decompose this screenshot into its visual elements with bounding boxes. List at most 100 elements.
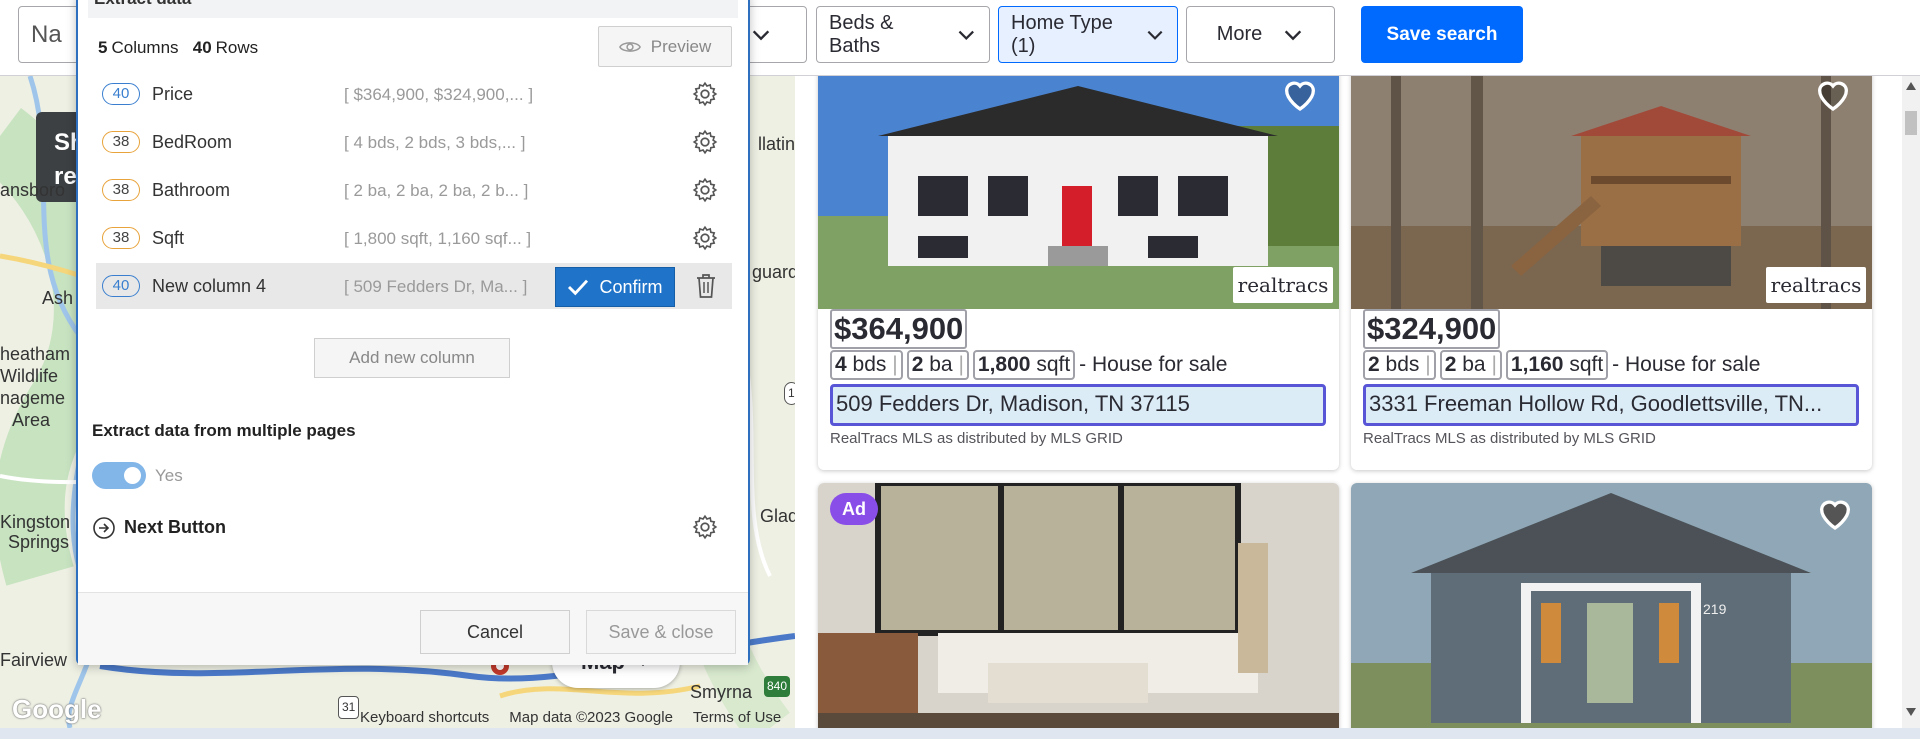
column-count-badge: 40	[102, 275, 140, 297]
column-name[interactable]: New column 4	[152, 276, 266, 297]
listing-status: - House for sale	[1079, 353, 1228, 376]
heart-filled-icon[interactable]	[1813, 493, 1857, 533]
interior-photo-image	[818, 483, 1339, 728]
map-place-label: heatham	[0, 344, 71, 364]
column-name[interactable]: Bathroom	[152, 180, 230, 201]
extract-data-panel: Extract data 5Columns 40Rows Preview 40 …	[76, 0, 750, 665]
column-row[interactable]: 38 BedRoom [ 4 bds, 2 bds, 3 bds,... ]	[96, 119, 732, 165]
heart-outline-icon[interactable]	[1811, 76, 1855, 114]
listing-card[interactable]: realtracs $324,900 2 bds | 2 ba | 1,160 …	[1351, 76, 1872, 470]
listing-card[interactable]: realtracs $364,900 4 bds | 2 ba | 1,800 …	[818, 76, 1339, 470]
preview-button[interactable]: Preview	[598, 26, 732, 67]
next-button-row[interactable]: Next Button	[92, 514, 732, 544]
panel-title: Extract data	[88, 0, 738, 18]
map-place-label: Fairview	[0, 650, 68, 670]
column-sample: [ 4 bds, 2 bds, 3 bds,... ]	[344, 133, 526, 152]
eye-icon	[618, 41, 641, 52]
map-place-label: nageme	[0, 388, 66, 408]
baths-unit: ba	[1462, 353, 1486, 376]
listing-price: $364,900	[830, 309, 968, 349]
heart-outline-icon[interactable]	[1278, 76, 1322, 114]
terms-of-use-link[interactable]: Terms of Use	[693, 709, 781, 726]
brand-text: realtracs	[1237, 273, 1329, 297]
preview-label: Preview	[650, 36, 712, 56]
column-name[interactable]: Sqft	[152, 228, 184, 249]
column-name[interactable]: BedRoom	[152, 132, 232, 153]
google-logo: Google	[12, 694, 102, 724]
cancel-button[interactable]: Cancel	[420, 610, 570, 654]
column-row[interactable]: 38 Bathroom [ 2 ba, 2 ba, 2 ba, 2 b... ]	[96, 167, 732, 213]
chevron-down-icon	[959, 30, 975, 40]
mls-attribution: RealTracs MLS as distributed by MLS GRID	[1363, 430, 1656, 447]
save-close-button[interactable]: Save & close	[586, 610, 736, 654]
chevron-down-icon	[1285, 29, 1302, 40]
route-shield: 1	[784, 382, 795, 405]
listings-scrollbar[interactable]	[1902, 76, 1920, 728]
home-type-dropdown[interactable]: Home Type (1)	[998, 6, 1178, 63]
beds-unit: bds	[852, 353, 887, 376]
listing-photo[interactable]: realtracs	[1351, 76, 1872, 309]
scroll-up-arrow-icon[interactable]	[1906, 82, 1916, 90]
listing-address[interactable]: 509 Fedders Dr, Madison, TN 37115	[830, 384, 1326, 426]
gear-icon[interactable]	[692, 129, 718, 155]
column-name[interactable]: Price	[152, 84, 193, 105]
scroll-down-arrow-icon[interactable]	[1906, 708, 1916, 716]
house-photo-image	[1351, 483, 1872, 728]
sqft-value: 1,160	[1510, 353, 1564, 376]
column-row[interactable]: 38 Sqft [ 1,800 sqft, 1,160 sqf... ]	[96, 215, 732, 261]
gear-icon[interactable]	[692, 81, 718, 107]
map-place-label: llatin	[758, 134, 795, 154]
listing-address[interactable]: 3331 Freeman Hollow Rd, Goodlettsville, …	[1363, 384, 1859, 426]
map-place-label: Smyrna	[690, 682, 753, 702]
add-new-column-button[interactable]: Add new column	[314, 338, 510, 378]
toggle-knob	[124, 467, 141, 484]
column-count-badge: 38	[102, 179, 140, 201]
columns-label: Columns	[111, 38, 179, 57]
baths-fact: 2 ba |	[906, 350, 969, 380]
gear-icon[interactable]	[692, 514, 718, 540]
map-credits: Keyboard shortcuts Map data ©2023 Google…	[360, 709, 781, 726]
map-place-label: Kingston	[0, 512, 71, 532]
column-count-badge: 38	[102, 131, 140, 153]
route-shield: 31	[338, 696, 360, 719]
more-filters-dropdown[interactable]: More	[1186, 6, 1335, 63]
listing-facts: 2 bds | 2 ba | 1,160 sqft - House for sa…	[1363, 350, 1760, 380]
columns-count: 5	[98, 38, 108, 57]
listing-status: - House for sale	[1612, 353, 1761, 376]
bottom-strip	[0, 728, 1920, 739]
sqft-unit: sqft	[1569, 353, 1604, 376]
keyboard-shortcuts-link[interactable]: Keyboard shortcuts	[360, 709, 489, 726]
map-place-label: Springs	[8, 532, 70, 552]
listing-card[interactable]: 219	[1351, 483, 1872, 728]
gear-icon[interactable]	[692, 177, 718, 203]
beds-value: 4	[835, 353, 847, 376]
realtracs-logo: realtracs	[1766, 267, 1866, 303]
save-search-button[interactable]: Save search	[1361, 6, 1523, 63]
multiple-pages-toggle[interactable]	[92, 462, 146, 489]
column-sample: [ 509 Fedders Dr, Ma... ]	[344, 277, 528, 296]
toggle-state-label: Yes	[155, 466, 183, 485]
chevron-down-icon	[1147, 30, 1163, 40]
column-row[interactable]: 40 Price [ $364,900, $324,900,... ]	[96, 71, 732, 117]
location-search-text: Na	[31, 20, 62, 48]
realtracs-logo: realtracs	[1233, 267, 1333, 303]
column-count-badge: 38	[102, 227, 140, 249]
panel-footer: Cancel Save & close	[78, 592, 748, 665]
column-row-selected[interactable]: 40 New column 4 [ 509 Fedders Dr, Ma... …	[96, 263, 732, 309]
trash-icon[interactable]	[694, 273, 718, 299]
home-type-label: Home Type (1)	[1011, 11, 1113, 57]
confirm-button[interactable]: Confirm	[555, 267, 675, 307]
rows-count: 40	[192, 38, 212, 57]
listing-card[interactable]: Ad	[818, 483, 1339, 728]
listing-photo[interactable]: realtracs	[818, 76, 1339, 309]
listing-photo[interactable]: Ad	[818, 483, 1339, 728]
beds-unit: bds	[1385, 353, 1420, 376]
map-place-label: ansboro	[0, 180, 66, 200]
listing-photo[interactable]: 219	[1351, 483, 1872, 728]
listing-facts: 4 bds | 2 ba | 1,800 sqft - House for sa…	[830, 350, 1227, 380]
sqft-unit: sqft	[1036, 353, 1071, 376]
gear-icon[interactable]	[692, 225, 718, 251]
beds-value: 2	[1368, 353, 1380, 376]
beds-baths-dropdown[interactable]: Beds & Baths	[816, 6, 990, 63]
scrollbar-thumb[interactable]	[1905, 111, 1917, 135]
